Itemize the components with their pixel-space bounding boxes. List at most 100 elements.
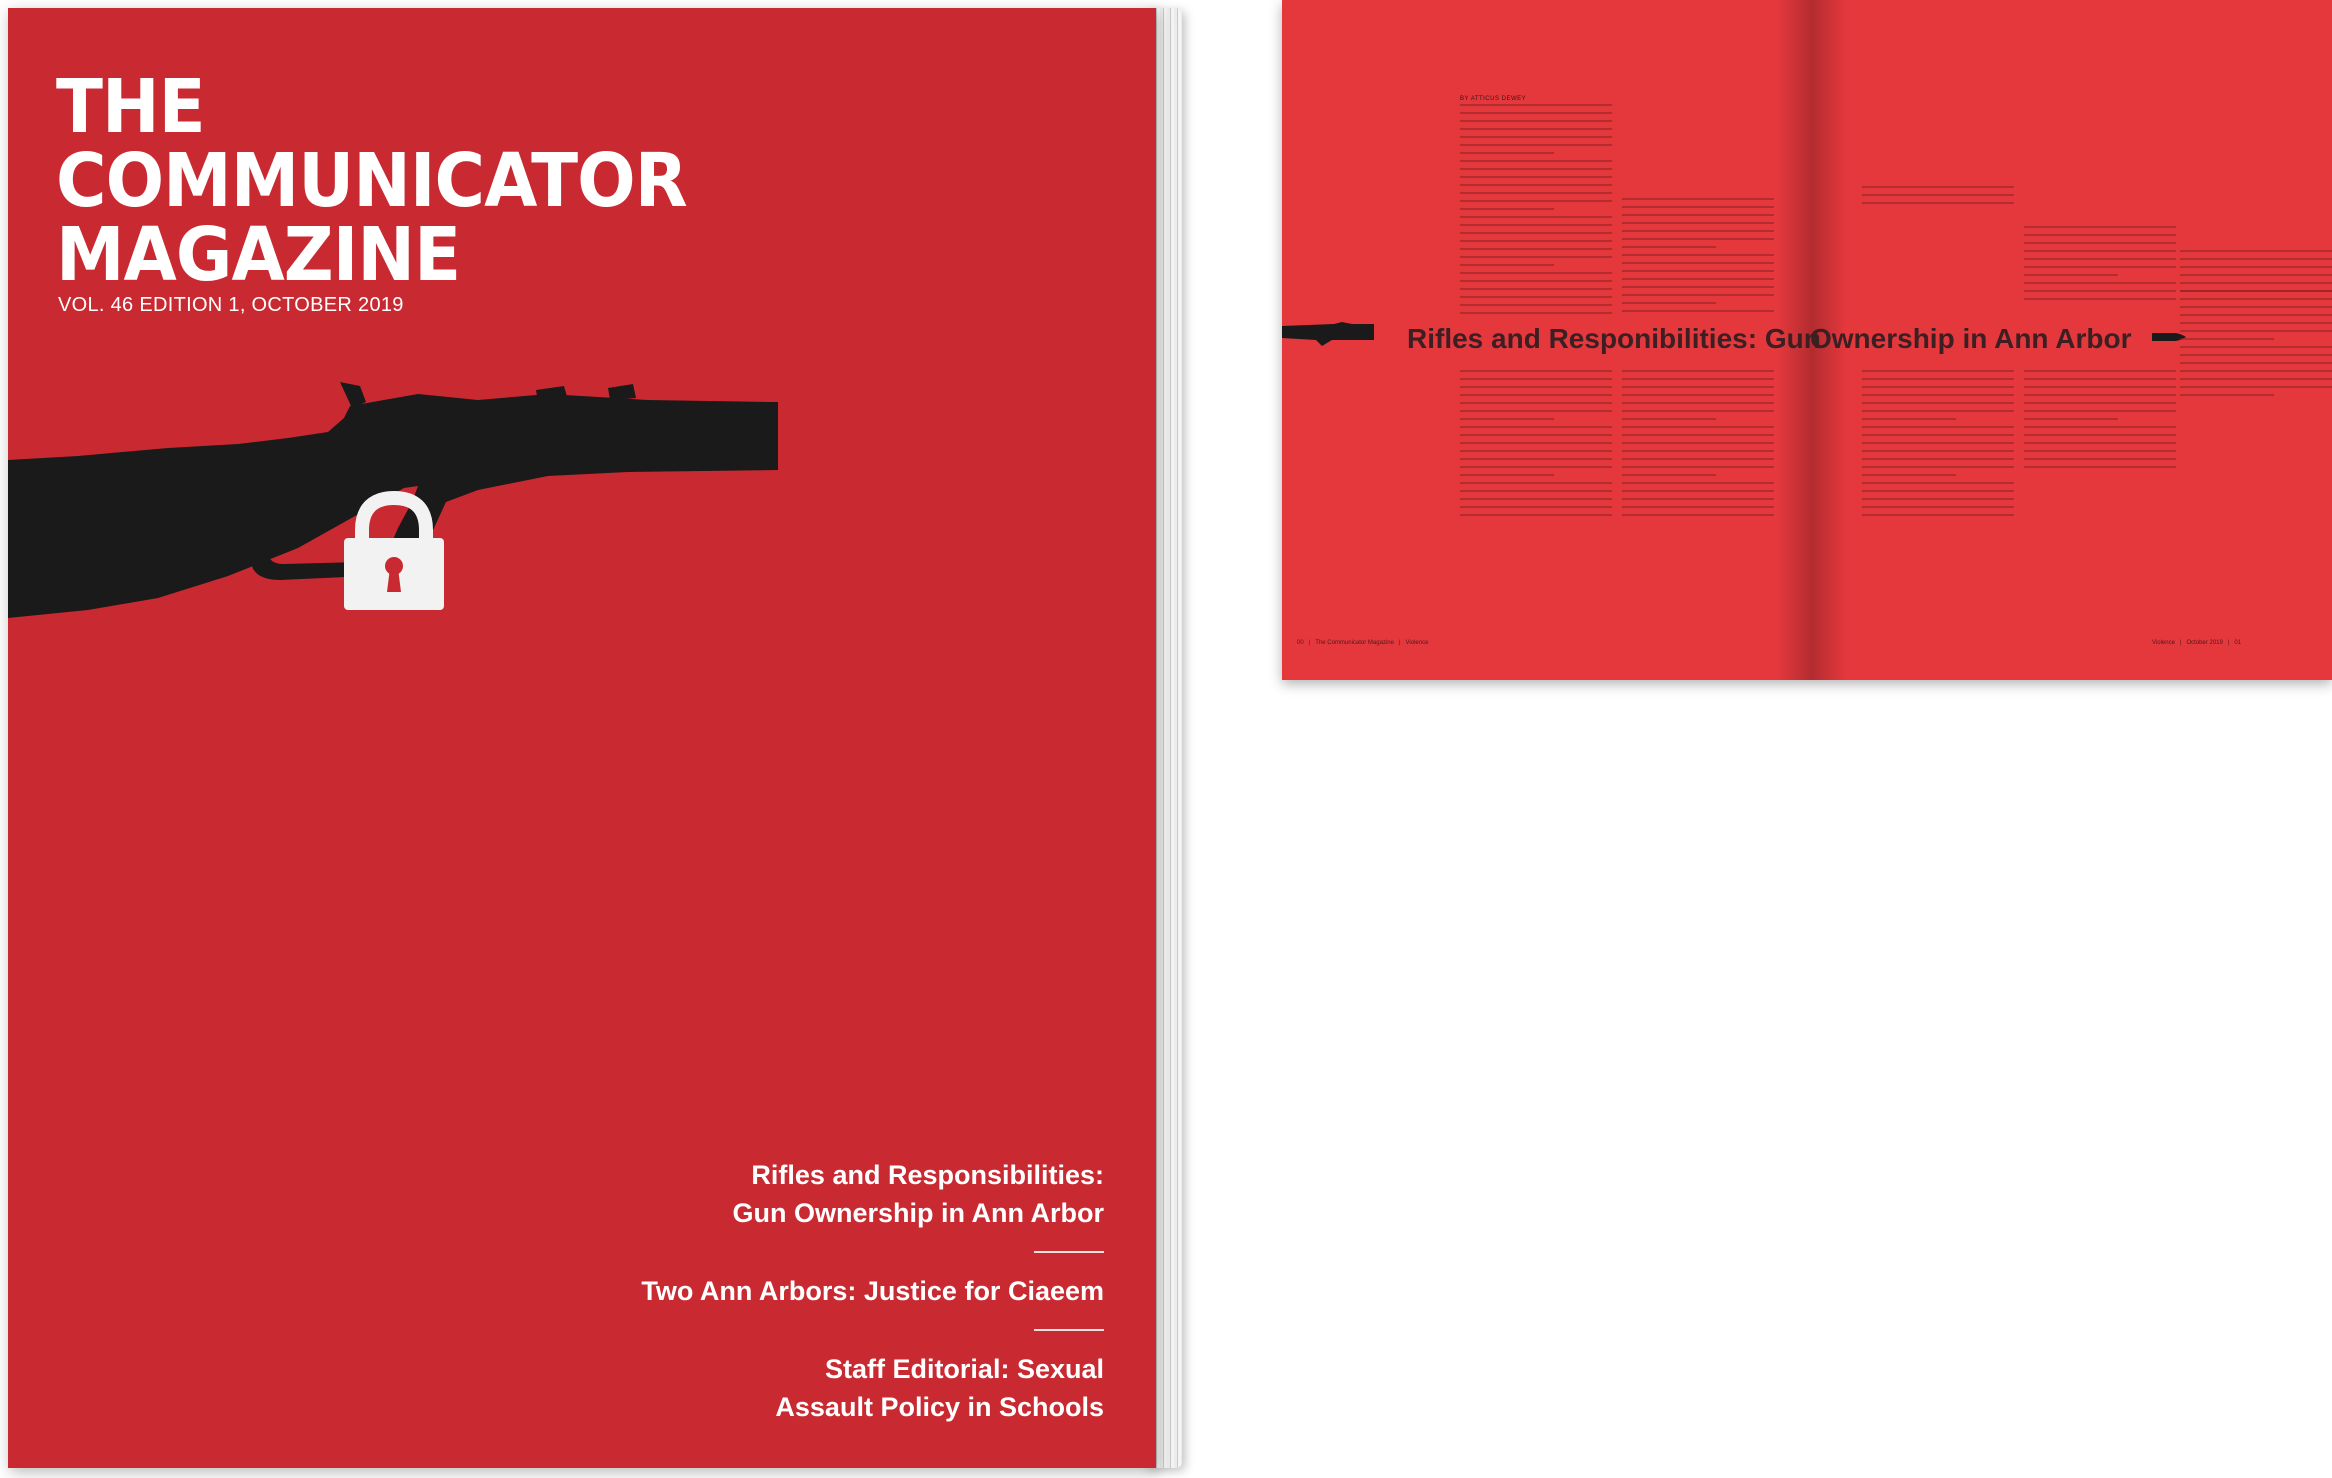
text-line	[1460, 506, 1612, 508]
text-line	[2180, 250, 2332, 252]
text-line	[1622, 302, 1717, 304]
text-line	[1460, 426, 1612, 428]
text-line	[2024, 434, 2176, 436]
magazine-cover: THE COMMUNICATOR MAGAZINE VOL. 46 EDITIO…	[8, 8, 1156, 1468]
cover-headline-2[interactable]: Two Ann Arbors: Justice for Ciaeem	[544, 1272, 1104, 1310]
text-line	[1622, 426, 1774, 428]
text-line	[1460, 112, 1612, 114]
text-line	[1862, 186, 2014, 188]
article-column	[1460, 104, 1612, 320]
text-line	[1622, 286, 1774, 288]
text-line	[1460, 208, 1555, 210]
text-line	[2180, 362, 2332, 364]
text-line	[1460, 152, 1555, 154]
text-line	[1862, 506, 2014, 508]
text-line	[1622, 378, 1774, 380]
text-line	[2180, 306, 2332, 308]
text-line	[1862, 490, 2014, 492]
text-line	[2024, 258, 2176, 260]
text-line	[1862, 386, 2014, 388]
headline-line: Rifles and Responsibilities:	[751, 1160, 1104, 1190]
text-line	[1622, 442, 1774, 444]
text-line	[2180, 266, 2332, 268]
text-line	[2024, 290, 2176, 292]
cover-headline-3[interactable]: Staff Editorial: Sexual Assault Policy i…	[544, 1350, 1104, 1426]
spread-title-left: Rifles and Responibilities: Gun	[1407, 323, 1821, 354]
text-line	[1862, 482, 2014, 484]
text-line	[1622, 458, 1774, 460]
text-line	[2024, 386, 2176, 388]
text-line	[2024, 450, 2176, 452]
text-line	[1460, 232, 1612, 234]
text-line	[2024, 234, 2176, 236]
magazine-spread: BY ATTICUS DEWEY Rifles and Responibilit…	[1282, 0, 2332, 680]
text-line	[1460, 514, 1612, 516]
text-line	[1460, 216, 1612, 218]
text-line	[1460, 176, 1612, 178]
text-line	[1460, 256, 1612, 258]
text-line	[2024, 250, 2176, 252]
text-line	[1460, 248, 1612, 250]
text-line	[1460, 184, 1612, 186]
text-line	[1862, 194, 2014, 196]
text-line	[1622, 222, 1774, 224]
text-line	[1460, 370, 1612, 372]
article-column	[1862, 370, 2014, 522]
cover-headline-1[interactable]: Rifles and Responsibilities: Gun Ownersh…	[544, 1156, 1105, 1232]
text-line	[1862, 394, 2014, 396]
text-line	[1460, 450, 1612, 452]
text-line	[1460, 498, 1612, 500]
text-line	[2024, 426, 2176, 428]
text-line	[1460, 120, 1612, 122]
text-line	[1622, 474, 1717, 476]
text-line	[1622, 394, 1774, 396]
text-line	[1460, 304, 1612, 306]
text-line	[1460, 136, 1612, 138]
text-line	[1460, 104, 1612, 106]
text-line	[1460, 490, 1612, 492]
footer-page-number: 00	[1297, 640, 1304, 646]
article-column	[1862, 186, 2014, 210]
text-line	[1460, 474, 1555, 476]
text-line	[2024, 442, 2176, 444]
text-line	[1622, 418, 1717, 420]
text-line	[1460, 442, 1612, 444]
text-line	[1460, 224, 1612, 226]
text-line	[1460, 144, 1612, 146]
text-line	[1862, 410, 2014, 412]
text-line	[1460, 402, 1612, 404]
text-line	[1862, 498, 2014, 500]
text-line	[2024, 394, 2176, 396]
text-line	[1622, 246, 1717, 248]
text-line	[1460, 288, 1612, 290]
text-line	[1622, 466, 1774, 468]
text-line	[1622, 230, 1774, 232]
text-line	[1622, 278, 1774, 280]
article-column	[1622, 370, 1774, 522]
text-line	[1460, 128, 1612, 130]
headline-line: Assault Policy in Schools	[775, 1392, 1104, 1422]
text-line	[1622, 386, 1774, 388]
text-line	[2180, 282, 2332, 284]
headline-line: Staff Editorial: Sexual	[824, 1354, 1104, 1384]
text-line	[2180, 354, 2332, 356]
text-line	[1460, 434, 1612, 436]
text-line	[1862, 474, 1957, 476]
text-line	[1460, 280, 1612, 282]
text-line	[1862, 442, 2014, 444]
text-line	[1460, 200, 1612, 202]
headline-line: Gun Ownership in Ann Arbor	[732, 1198, 1105, 1228]
text-line	[1622, 402, 1774, 404]
text-line	[1460, 240, 1612, 242]
text-line	[2024, 402, 2176, 404]
text-line	[1622, 214, 1774, 216]
text-line	[1622, 514, 1774, 516]
text-line	[1622, 482, 1774, 484]
spread-footer-right: Violence | October 2019 | 01	[2152, 640, 2242, 646]
text-line	[1460, 378, 1612, 380]
text-line	[2180, 370, 2332, 372]
text-line	[1622, 506, 1774, 508]
text-line	[1862, 514, 2014, 516]
text-line	[2024, 242, 2176, 244]
article-column	[2180, 290, 2332, 402]
